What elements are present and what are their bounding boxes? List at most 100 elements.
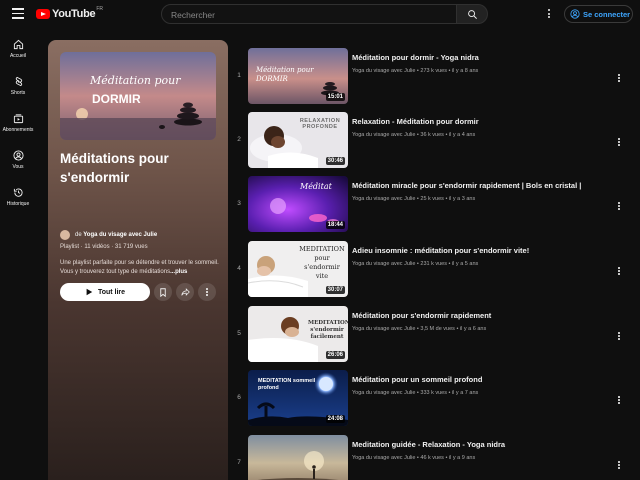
sidebar-item-label: Abonnements [2, 126, 34, 133]
video-title[interactable]: Meditation guidée - Relaxation - Yoga ni… [352, 440, 608, 449]
video-meta: Yoga du visage avec Julie • 3,5 M de vue… [352, 326, 487, 332]
avatar[interactable] [60, 230, 70, 240]
video-meta: Yoga du visage avec Julie • 36 k vues • … [352, 132, 476, 138]
more-vert-icon [205, 288, 209, 296]
list-item[interactable]: 1 Méditation pour DORMIR 15:01 Méditatio… [230, 48, 640, 106]
sidebar-item-home[interactable]: Accueil [0, 30, 36, 67]
search-button[interactable] [456, 4, 488, 24]
list-item[interactable]: 2 RELAXATION PROFONDE 30:46 Relaxation -… [230, 112, 640, 170]
sidebar-item-label: Shorts [10, 89, 26, 96]
subscriptions-icon [13, 113, 23, 123]
history-icon [13, 188, 23, 197]
list-item[interactable]: 5 MEDITATION s'endormir facilement 26:06… [230, 306, 640, 364]
video-index: 1 [237, 72, 241, 79]
save-playlist-button[interactable] [154, 283, 172, 301]
search-icon [467, 9, 477, 19]
sidebar: Accueil Shorts Abonnements Vous Historiq… [0, 30, 36, 215]
more-options-button[interactable] [198, 283, 216, 301]
video-duration: 26:06 [325, 351, 345, 359]
playlist-owner[interactable]: de Yoga du visage avec Julie [60, 230, 157, 240]
sidebar-item-you[interactable]: Vous [0, 141, 36, 178]
playlist-title: Méditations pour s'endormir [60, 151, 169, 185]
video-menu-icon[interactable] [616, 202, 622, 212]
video-meta: Yoga du visage avec Julie • 231 k vues •… [352, 261, 479, 267]
video-thumbnail[interactable]: MEDITATION sommeil profond 24:08 [248, 370, 348, 426]
youtube-logo[interactable]: YouTube FR [36, 6, 103, 20]
thumb-caption: Méditat [300, 182, 332, 191]
bookmark-icon [160, 287, 166, 297]
video-thumbnail[interactable]: Méditat 18:44 [248, 176, 348, 232]
video-thumbnail[interactable]: Méditation pour DORMIR 15:01 [248, 48, 348, 104]
video-title[interactable]: Adieu insomnie : méditation pour s'endor… [352, 246, 608, 255]
share-button[interactable] [176, 283, 194, 301]
top-bar: YouTube FR Se connecter [0, 0, 640, 28]
signin-label: Se connecter [583, 9, 631, 19]
sidebar-item-label: Historique [6, 200, 30, 207]
settings-menu-icon[interactable] [545, 9, 553, 19]
search-input[interactable] [162, 6, 456, 24]
play-all-label: Tout lire [97, 288, 126, 296]
video-title[interactable]: Relaxation - Méditation pour dormir [352, 117, 608, 126]
owner-name[interactable]: Yoga du visage avec Julie [83, 232, 157, 238]
thumb-caption: Méditation pour DORMIR [256, 66, 314, 83]
menu-icon[interactable] [12, 8, 24, 19]
video-menu-icon[interactable] [616, 461, 622, 471]
play-all-button[interactable]: Tout lire [60, 283, 150, 301]
video-index: 2 [237, 136, 241, 143]
video-index: 6 [237, 394, 241, 401]
description-text: Une playlist parfaite pour se détendre e… [60, 260, 219, 275]
playlist-description: Une playlist parfaite pour se détendre e… [60, 259, 220, 277]
play-icon [86, 288, 93, 296]
video-duration: 15:01 [325, 93, 345, 101]
sidebar-item-label: Accueil [9, 52, 27, 59]
thumb-caption: MEDITATION sommeil profond [258, 378, 316, 391]
search-box [161, 4, 457, 24]
thumb-caption-line1: Méditation pour [90, 74, 181, 87]
video-title[interactable]: Méditation pour un sommeil profond [352, 375, 608, 384]
video-duration: 18:44 [325, 221, 345, 229]
video-thumbnail[interactable]: RELAXATION PROFONDE 30:46 [248, 112, 348, 168]
video-thumbnail[interactable] [248, 435, 348, 480]
logo-text: YouTube [52, 8, 96, 20]
video-meta: Yoga du visage avec Julie • 25 k vues • … [352, 196, 476, 202]
video-title[interactable]: Méditation pour dormir - Yoga nidra [352, 53, 608, 62]
video-index: 5 [237, 330, 241, 337]
video-index: 3 [237, 200, 241, 207]
sidebar-item-shorts[interactable]: Shorts [0, 67, 36, 104]
video-index: 7 [237, 459, 241, 466]
thumb-caption: MEDITATION s'endormir facilement [308, 320, 348, 340]
video-menu-icon[interactable] [616, 332, 622, 342]
video-title[interactable]: Méditation pour s'endormir rapidement [352, 311, 608, 320]
share-icon [180, 288, 190, 296]
video-thumbnail[interactable]: MEDITATION pour s'endormir vite 30:07 [248, 241, 348, 297]
sunset-figure-image [248, 435, 348, 480]
logo-country: FR [96, 6, 103, 12]
video-duration: 24:08 [325, 415, 345, 423]
list-item[interactable]: 4 MEDITATION pour s'endormir vite 30:07 … [230, 241, 640, 299]
shorts-icon [15, 76, 22, 86]
video-menu-icon[interactable] [616, 138, 622, 148]
video-menu-icon[interactable] [616, 267, 622, 277]
sidebar-item-subscriptions[interactable]: Abonnements [0, 104, 36, 141]
thumb-caption-line2: DORMIR [92, 92, 141, 106]
sidebar-item-label: Vous [12, 163, 24, 170]
owner-prefix: de [75, 232, 82, 238]
video-thumbnail[interactable]: MEDITATION s'endormir facilement 26:06 [248, 306, 348, 362]
video-title[interactable]: Méditation miracle pour s'endormir rapid… [352, 181, 608, 190]
video-meta: Yoga du visage avec Julie • 46 k vues • … [352, 455, 476, 461]
signin-button[interactable]: Se connecter [564, 5, 633, 23]
playlist-thumbnail[interactable]: Méditation pour DORMIR [60, 52, 216, 140]
video-menu-icon[interactable] [616, 396, 622, 406]
more-link[interactable]: ...plus [170, 269, 187, 275]
playlist-meta: Playlist · 11 vidéos · 31 719 vues [60, 244, 148, 250]
thumb-caption: RELAXATION PROFONDE [299, 118, 341, 130]
thumb-caption: MEDITATION pour s'endormir vite [299, 245, 345, 280]
list-item[interactable]: 6 MEDITATION sommeil profond 24:08 Médit… [230, 370, 640, 428]
list-item[interactable]: 7 Meditation guidée - Relaxation - Yoga … [230, 435, 640, 480]
list-item[interactable]: 3 Méditat 18:44 Méditation miracle pour … [230, 176, 640, 234]
sidebar-item-history[interactable]: Historique [0, 178, 36, 215]
video-index: 4 [237, 265, 241, 272]
home-icon [13, 39, 23, 49]
video-menu-icon[interactable] [616, 74, 622, 84]
user-icon [12, 149, 24, 161]
